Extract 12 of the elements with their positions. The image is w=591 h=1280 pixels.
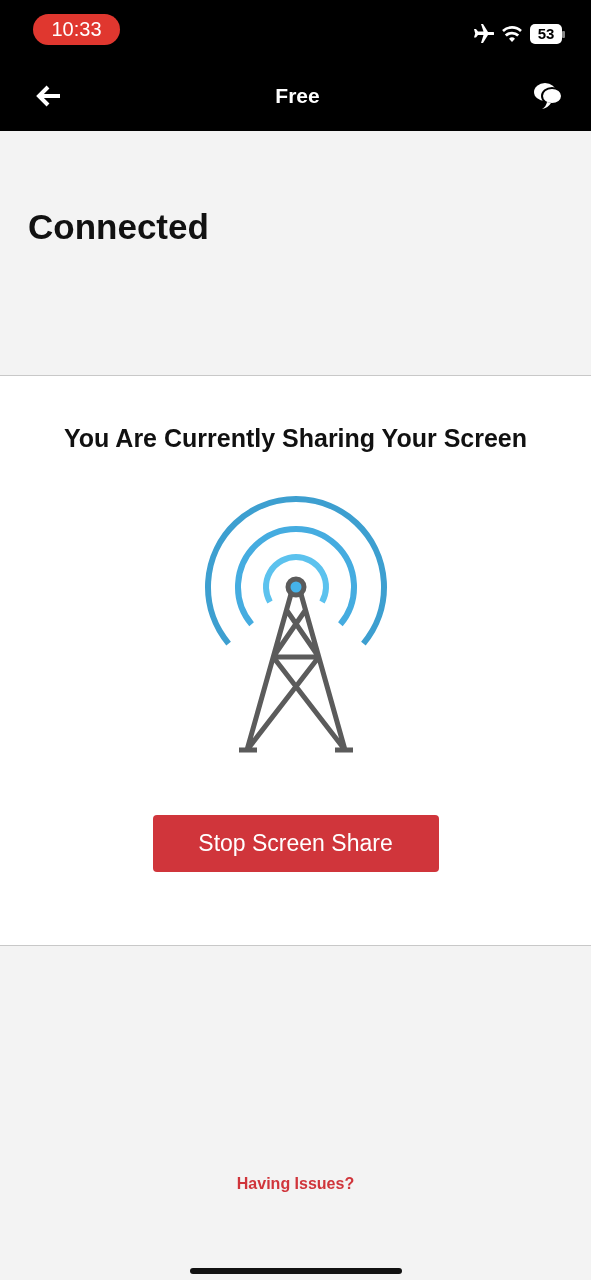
- status-time: 10:33: [33, 14, 120, 45]
- chat-bubbles-icon[interactable]: [533, 81, 563, 110]
- sharing-message: You Are Currently Sharing Your Screen: [63, 423, 528, 454]
- battery-level: 53: [530, 24, 562, 44]
- battery-tip-icon: [562, 30, 565, 38]
- back-arrow-icon[interactable]: [36, 84, 62, 107]
- airplane-icon: [472, 24, 494, 44]
- having-issues-link[interactable]: Having Issues?: [236, 1172, 355, 1196]
- connection-status: Connected: [28, 206, 210, 248]
- wifi-icon: [502, 26, 522, 42]
- screen-title: Free: [275, 82, 320, 109]
- stop-screen-share-button[interactable]: Stop Screen Share: [152, 814, 439, 872]
